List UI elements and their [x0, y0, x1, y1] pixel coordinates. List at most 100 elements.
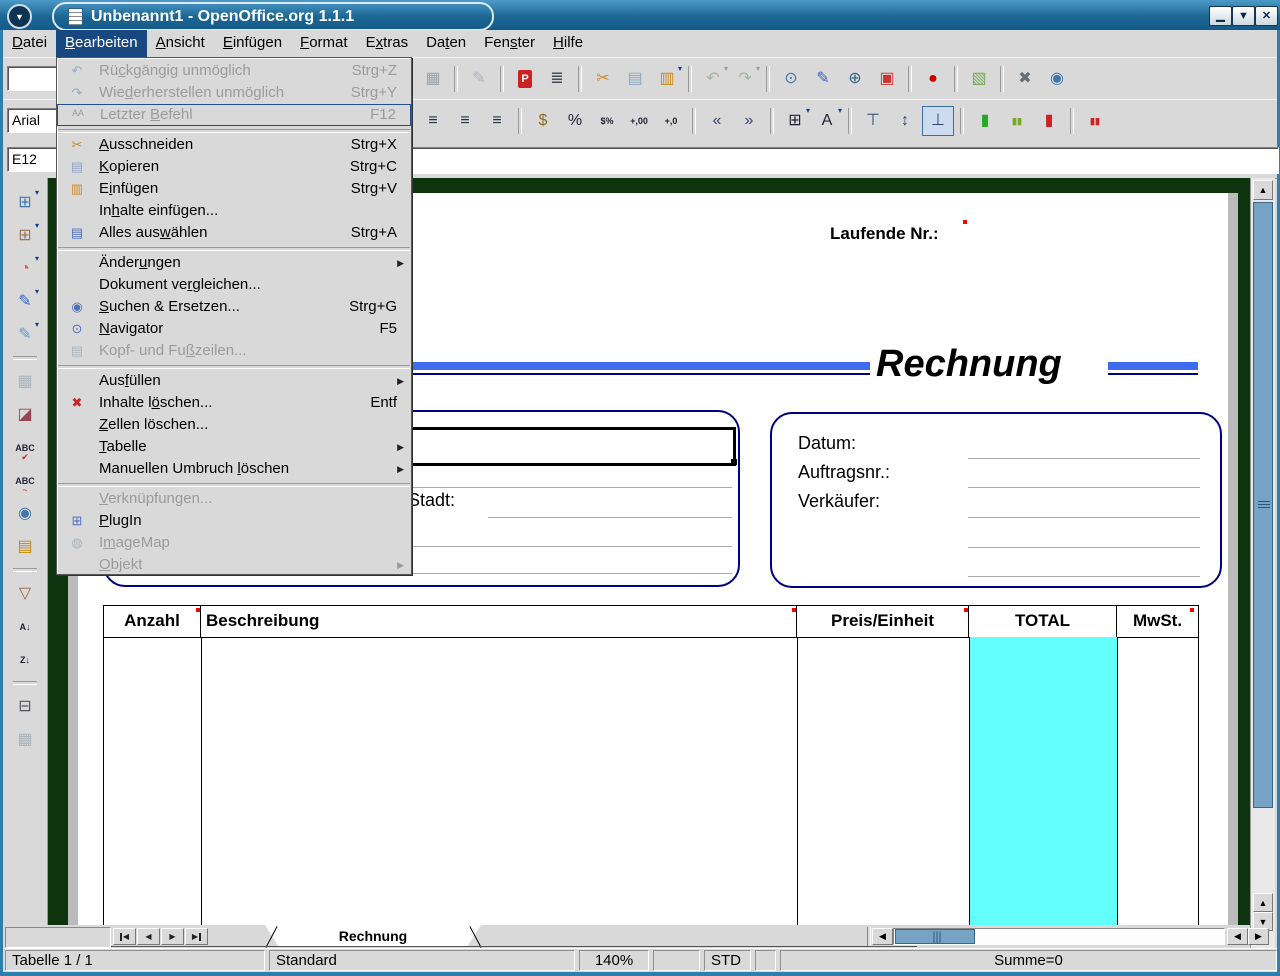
hyperlink-dialog-icon[interactable]: ⊙ [776, 65, 806, 93]
delete-rows-icon[interactable]: ▮ [1034, 107, 1064, 135]
paste-icon[interactable]: ▥▾ [652, 65, 682, 93]
delete-columns-icon[interactable]: ▮▮ [1080, 107, 1110, 135]
menu-item-suchen-ersetzen[interactable]: ◉Suchen & Ersetzen...Strg+G [57, 296, 411, 318]
menu-fenster[interactable]: Fenster [475, 30, 544, 57]
web-page-icon[interactable]: ⊕ [840, 65, 870, 93]
sort-ascending-icon[interactable]: A↓ [11, 613, 39, 640]
dropdown-arrow-icon[interactable]: ▾ [678, 65, 682, 73]
dropdown-arrow-icon[interactable]: ▾ [35, 222, 39, 230]
maximize-button[interactable]: ▼ [1232, 6, 1255, 26]
menu-item-änderungen[interactable]: Änderungen▶ [57, 252, 411, 274]
sheet-tab-rechnung[interactable]: Rechnung [265, 925, 481, 947]
export-pdf-icon[interactable]: P [510, 65, 540, 93]
menu-item-inhalte-löschen[interactable]: ✖Inhalte löschen...Entf [57, 392, 411, 414]
insert-cells-icon[interactable]: ⊞▾ [11, 222, 39, 249]
dropdown-arrow-icon[interactable]: ▾ [35, 189, 39, 197]
next-sheet-button[interactable]: ▶ [161, 928, 184, 945]
sort-descending-icon[interactable]: Z↓ [11, 646, 39, 673]
percent-format-icon[interactable]: % [560, 107, 590, 135]
decrease-indent-icon[interactable]: « [702, 107, 732, 135]
menu-item-navigator[interactable]: ⊙NavigatorF5 [57, 318, 411, 340]
dropdown-arrow-icon[interactable]: ▾ [35, 321, 39, 329]
find-replace-icon[interactable]: ◉ [11, 500, 39, 527]
minimize-button[interactable]: ▁ [1209, 6, 1232, 26]
borders-icon[interactable]: ⊞▾ [780, 107, 810, 135]
menu-item-manuellen-umbruch-löschen[interactable]: Manuellen Umbruch löschen▶ [57, 458, 411, 480]
align-middle-icon[interactable]: ↕ [890, 107, 920, 135]
menu-item-inhalte-einfügen[interactable]: Inhalte einfügen... [57, 200, 411, 222]
menu-item-ausfüllen[interactable]: Ausfüllen▶ [57, 370, 411, 392]
justify-icon[interactable]: ≡ [482, 107, 512, 135]
menu-item-plugin[interactable]: ⊞PlugIn [57, 510, 411, 532]
menu-item-dokument-vergleichen[interactable]: Dokument vergleichen... [57, 274, 411, 296]
print-icon[interactable]: ≣ [542, 65, 572, 93]
spellcheck-icon[interactable]: ABC✔ [11, 434, 39, 461]
dropdown-arrow-icon[interactable]: ▾ [35, 288, 39, 296]
menu-ansicht[interactable]: Ansicht [147, 30, 214, 57]
menu-datei[interactable]: Datei [3, 30, 56, 57]
autofilter-icon[interactable]: ▽ [11, 580, 39, 607]
stop-loading-icon[interactable]: ✖ [1010, 65, 1040, 93]
record-macro-icon[interactable]: ● [918, 65, 948, 93]
zoom-icon[interactable]: ◉ [1042, 65, 1072, 93]
menu-hilfe[interactable]: Hilfe [544, 30, 592, 57]
insert-icon[interactable]: ⊞▾ [11, 189, 39, 216]
scroll-up-icon[interactable]: ▲ [1253, 893, 1273, 912]
menu-item-label: Ausfüllen [99, 370, 161, 392]
align-center-icon[interactable]: ≡ [418, 107, 448, 135]
menu-item-kopieren[interactable]: ▤KopierenStrg+C [57, 156, 411, 178]
selection-handle[interactable] [731, 459, 737, 465]
scroll-up-icon[interactable]: ▲ [1253, 180, 1273, 200]
close-button[interactable]: ✕ [1255, 6, 1278, 26]
copy-icon[interactable]: ▤ [620, 65, 650, 93]
group-icon[interactable]: ⊟ [11, 693, 39, 720]
scroll-left-icon[interactable]: ◀ [872, 928, 893, 945]
menu-item-einfügen[interactable]: ▥EinfügenStrg+V [57, 178, 411, 200]
scroll-right-icon[interactable]: ▶ [1248, 928, 1269, 945]
last-sheet-button[interactable]: ▶ [185, 928, 208, 945]
menu-format[interactable]: Format [291, 30, 357, 57]
menu-item-tabelle[interactable]: Tabelle▶ [57, 436, 411, 458]
horizontal-scroll-thumb[interactable] [895, 929, 975, 944]
menu-daten[interactable]: Daten [417, 30, 475, 57]
window-menu-icon[interactable]: ▼ [7, 4, 32, 29]
increase-indent-icon[interactable]: » [734, 107, 764, 135]
insert-rows-icon[interactable]: ▮ [970, 107, 1000, 135]
menu-bearbeiten[interactable]: Bearbeiten [56, 30, 147, 57]
dropdown-arrow-icon[interactable]: ▾ [35, 255, 39, 263]
scroll-left-icon[interactable]: ◀ [1227, 928, 1248, 945]
menu-extras[interactable]: Extras [357, 30, 418, 57]
menu-einfügen[interactable]: Einfügen [214, 30, 291, 57]
add-decimal-icon[interactable]: +,00 [624, 107, 654, 135]
dropdown-arrow-icon[interactable]: ▾ [838, 107, 842, 115]
background-color-icon[interactable]: A▾ [812, 107, 842, 135]
align-top-icon[interactable]: ⊤ [858, 107, 888, 135]
menu-item-zellen-löschen[interactable]: Zellen löschen... [57, 414, 411, 436]
items-table[interactable]: AnzahlBeschreibungPreis/EinheitTOTALMwSt… [103, 605, 1199, 926]
currency-format-icon[interactable]: $ [528, 107, 558, 135]
align-right-icon[interactable]: ≡ [450, 107, 480, 135]
draw-functions-icon[interactable]: ✎▾ [11, 288, 39, 315]
dropdown-arrow-icon[interactable]: ▾ [724, 65, 728, 73]
data-sources-icon[interactable]: ▤ [11, 533, 39, 560]
remove-decimal-icon[interactable]: +,0 [656, 107, 686, 135]
gallery-icon[interactable]: ▧ [964, 65, 994, 93]
edit-draw-icon[interactable]: ✎ [808, 65, 838, 93]
previous-sheet-button[interactable]: ◀ [137, 928, 160, 945]
auto-spellcheck-icon[interactable]: ABC~ [11, 467, 39, 494]
vertical-scroll-thumb[interactable] [1253, 202, 1273, 808]
dropdown-arrow-icon[interactable]: ▾ [806, 107, 810, 115]
menu-item-alles-auswählen[interactable]: ▤Alles auswählenStrg+A [57, 222, 411, 244]
insert-object-icon[interactable]: ◔▾ [11, 255, 39, 282]
menu-item-ausschneiden[interactable]: ✂AusschneidenStrg+X [57, 134, 411, 156]
vertical-scrollbar[interactable]: ▲ ▲ ▼ [1250, 178, 1275, 948]
align-bottom-icon[interactable]: ⊥ [922, 106, 954, 136]
fullscreen-icon[interactable]: ▣ [872, 65, 902, 93]
cut-icon[interactable]: ✂ [588, 65, 618, 93]
format-paintbrush-icon[interactable]: ◪ [11, 401, 39, 428]
first-sheet-button[interactable]: ◀ [113, 928, 136, 945]
standard-format-icon[interactable]: $% [592, 107, 622, 135]
form-functions-icon[interactable]: ✎▾ [11, 321, 39, 348]
insert-columns-icon[interactable]: ▮▮ [1002, 107, 1032, 135]
dropdown-arrow-icon[interactable]: ▾ [756, 65, 760, 73]
